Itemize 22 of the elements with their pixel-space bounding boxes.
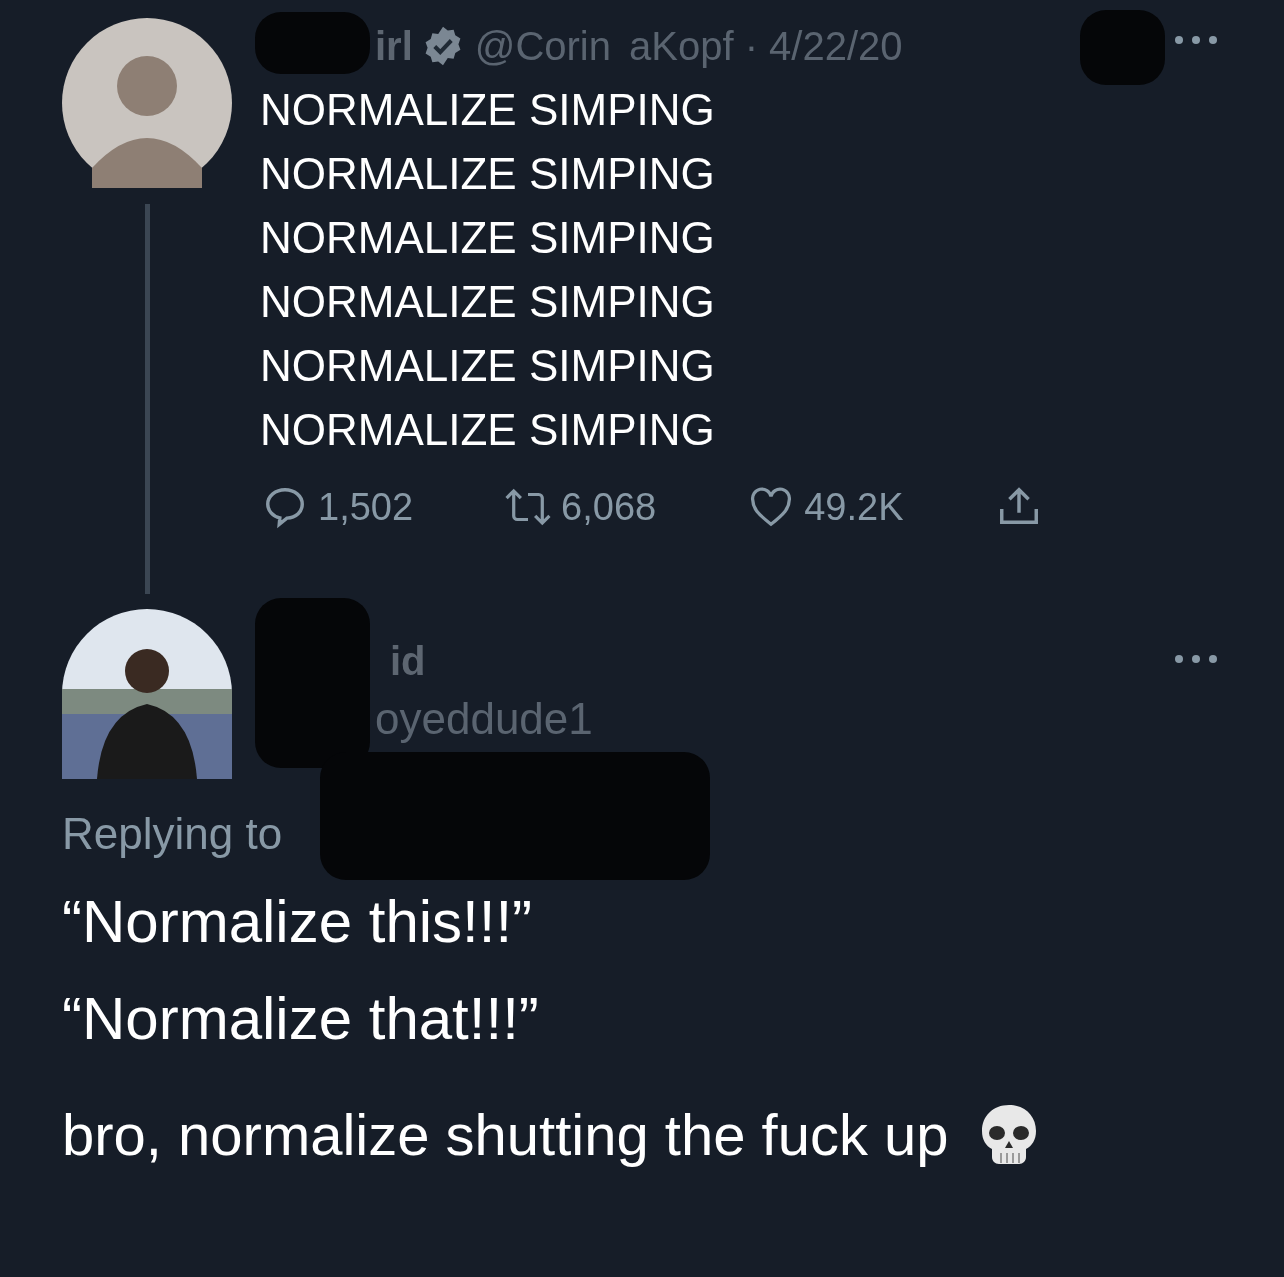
tweet-text: NORMALIZE SIMPING [260,148,716,200]
reply-button[interactable]: 1,502 [260,484,414,530]
user-handle[interactable]: @Corin [474,23,611,69]
reply-text: “Normalize that!!!” [62,984,539,1053]
replying-to-label: Replying to [62,809,283,859]
tweet-text: NORMALIZE SIMPING [260,212,716,264]
tweet-text: NORMALIZE SIMPING [260,276,716,328]
tweet-text: NORMALIZE SIMPING [260,340,716,392]
more-options-icon[interactable] [1174,35,1218,45]
retweet-button[interactable]: 6,068 [503,484,657,530]
reply-text: bro, normalize shutting the fuck up [62,1101,949,1168]
avatar[interactable] [62,609,232,779]
handle-and-date: aKopf · 4/22/20 [629,23,903,69]
user-name[interactable]: id [390,639,593,684]
avatar[interactable] [62,18,232,188]
user-handle[interactable]: oyeddude1 [375,694,593,744]
like-button[interactable]: 49.2K [746,484,904,530]
reply-text: “Normalize this!!!” [62,887,533,956]
tweet-text: NORMALIZE SIMPING [260,84,716,136]
more-options-icon[interactable] [1174,654,1218,664]
user-name[interactable]: irl [375,23,413,69]
tweet-text: NORMALIZE SIMPING [260,404,716,456]
